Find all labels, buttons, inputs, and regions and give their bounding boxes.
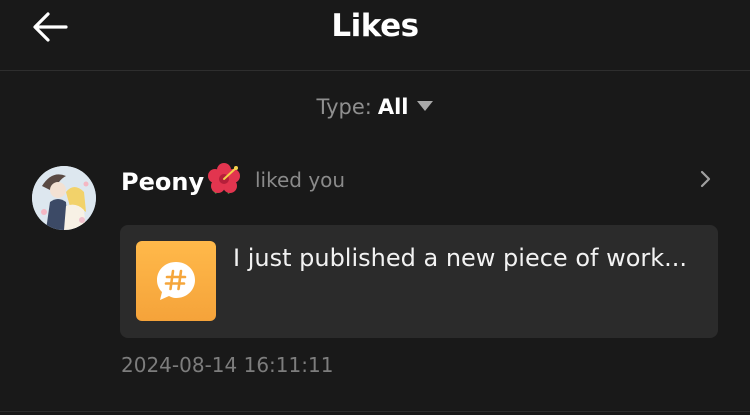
- notification-action: liked you: [255, 168, 346, 192]
- hashtag-chat-bubble-icon: [157, 262, 195, 300]
- type-filter[interactable]: Type: All: [0, 92, 750, 122]
- avatar-illustration: [32, 166, 96, 230]
- avatar[interactable]: [32, 166, 96, 230]
- type-filter-label: Type:: [316, 95, 372, 119]
- chevron-right-icon[interactable]: [694, 168, 716, 190]
- user-name-text: Peony: [121, 168, 205, 196]
- post-preview-card[interactable]: I just published a new piece of work...: [120, 225, 718, 338]
- post-preview-text: I just published a new piece of work...: [233, 244, 688, 272]
- post-thumbnail: [136, 241, 216, 321]
- hibiscus-flower-icon: [208, 163, 241, 194]
- notification-timestamp: 2024-08-14 16:11:11: [121, 353, 334, 377]
- caret-down-icon: [417, 101, 434, 111]
- notification-item[interactable]: Peony liked you I just published a new p…: [0, 150, 750, 412]
- page-title: Likes: [331, 8, 419, 44]
- user-name[interactable]: Peony: [121, 162, 242, 198]
- top-bar: Likes: [0, 0, 750, 71]
- type-filter-value: All: [377, 95, 409, 119]
